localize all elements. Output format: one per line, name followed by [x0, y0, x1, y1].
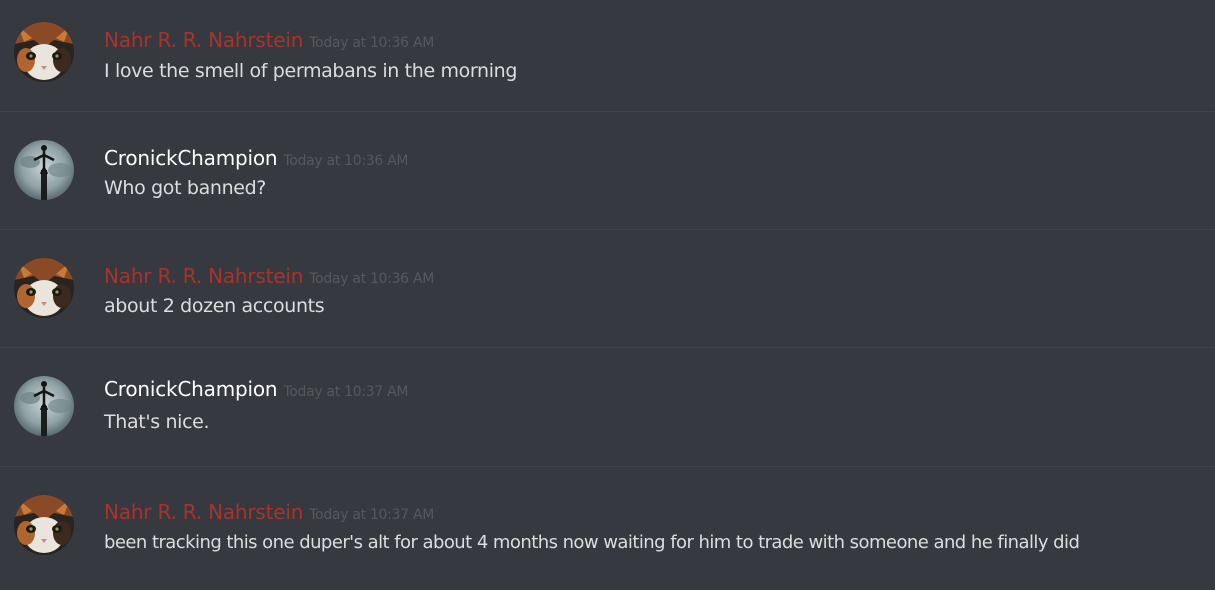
- timestamp: Today at 10:36 AM: [283, 153, 409, 169]
- message-divider: [0, 466, 1215, 467]
- timestamp: Today at 10:36 AM: [309, 35, 434, 51]
- timestamp: Today at 10:37 AM: [283, 384, 409, 400]
- cat-avatar[interactable]: [14, 22, 74, 82]
- timestamp: Today at 10:36 AM: [309, 271, 434, 287]
- cat-avatar[interactable]: [14, 258, 74, 318]
- message-group: CronickChampion Today at 10:37 AM That's …: [0, 354, 1215, 472]
- figure-avatar[interactable]: [14, 140, 74, 200]
- message-text: Who got banned?: [104, 177, 267, 199]
- message-group: CronickChampion Today at 10:36 AM Who got…: [0, 118, 1215, 236]
- message-divider: [0, 347, 1215, 348]
- username[interactable]: CronickChampion: [104, 146, 278, 170]
- message-text: about 2 dozen accounts: [104, 295, 325, 317]
- username[interactable]: Nahr R. R. Nahrstein: [104, 500, 303, 524]
- username[interactable]: Nahr R. R. Nahrstein: [104, 264, 303, 288]
- message-divider: [0, 229, 1215, 230]
- message-header: CronickChampion Today at 10:36 AM: [104, 146, 408, 170]
- message-header: Nahr R. R. Nahrstein Today at 10:37 AM: [104, 500, 434, 524]
- cat-avatar[interactable]: [14, 495, 74, 555]
- username[interactable]: Nahr R. R. Nahrstein: [104, 28, 303, 52]
- message-header: Nahr R. R. Nahrstein Today at 10:36 AM: [104, 264, 434, 288]
- timestamp: Today at 10:37 AM: [309, 507, 434, 523]
- message-header: Nahr R. R. Nahrstein Today at 10:36 AM: [104, 28, 434, 52]
- message-group: Nahr R. R. Nahrstein Today at 10:36 AM ab…: [0, 236, 1215, 354]
- message-group: Nahr R. R. Nahrstein Today at 10:37 AM be…: [0, 472, 1215, 590]
- message-header: CronickChampion Today at 10:37 AM: [104, 377, 408, 401]
- message-group: Nahr R. R. Nahrstein Today at 10:36 AM I …: [0, 0, 1215, 118]
- message-divider: [0, 111, 1215, 112]
- message-text: been tracking this one duper's alt for a…: [104, 532, 1080, 553]
- message-text: I love the smell of permabans in the mor…: [104, 60, 518, 82]
- figure-avatar[interactable]: [14, 376, 74, 436]
- message-text: That's nice.: [104, 411, 210, 433]
- username[interactable]: CronickChampion: [104, 377, 278, 401]
